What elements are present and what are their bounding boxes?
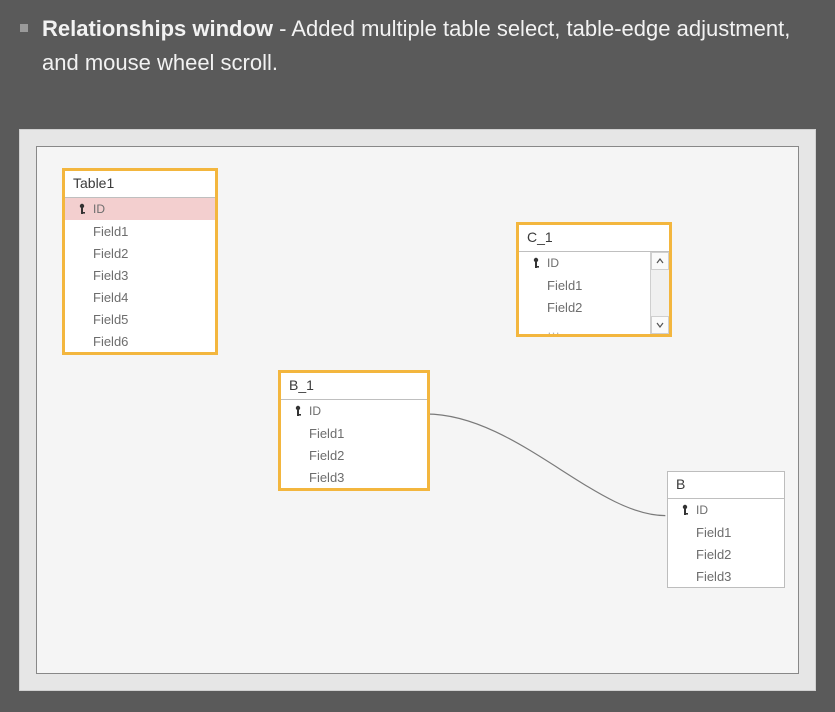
- scroll-down-button[interactable]: [651, 316, 669, 334]
- field-label: ID: [305, 404, 321, 418]
- table-title: B: [668, 472, 784, 499]
- table-title: C_1: [519, 225, 669, 252]
- field-label: Field2: [75, 246, 128, 261]
- table-table1[interactable]: Table1 ID Field1 Field2 Field3 Field4 Fi…: [65, 171, 215, 352]
- field-label: Field3: [291, 470, 344, 485]
- scroll-up-button[interactable]: [651, 252, 669, 270]
- table-row-overflow: …: [519, 318, 669, 334]
- table-row-key[interactable]: ID: [519, 252, 669, 274]
- field-label: Field1: [291, 426, 344, 441]
- field-label: Field1: [678, 525, 731, 540]
- field-label: ID: [692, 503, 708, 517]
- table-title: B_1: [281, 373, 427, 400]
- table-title: Table1: [65, 171, 215, 198]
- field-label: Field4: [75, 290, 128, 305]
- table-row-key[interactable]: ID: [668, 499, 784, 521]
- relationships-canvas[interactable]: Table1 ID Field1 Field2 Field3 Field4 Fi…: [36, 146, 799, 674]
- feature-description: Relationships window - Added multiple ta…: [42, 12, 802, 80]
- table-row[interactable]: Field6: [65, 330, 215, 352]
- table-row-key[interactable]: ID: [65, 198, 215, 220]
- primary-key-icon: [529, 257, 543, 269]
- primary-key-icon: [75, 203, 89, 215]
- field-label: ID: [543, 256, 559, 270]
- table-scrollbar[interactable]: [650, 252, 669, 334]
- table-row[interactable]: Field1: [668, 521, 784, 543]
- table-row[interactable]: Field2: [281, 444, 427, 466]
- chevron-down-icon: [656, 321, 664, 329]
- bullet-icon: [20, 24, 28, 32]
- chevron-up-icon: [656, 257, 664, 265]
- field-label: Field1: [75, 224, 128, 239]
- table-c1[interactable]: C_1 ID Field1 Field2 …: [519, 225, 669, 334]
- table-row[interactable]: Field3: [281, 466, 427, 488]
- table-row[interactable]: Field1: [65, 220, 215, 242]
- table-b[interactable]: B ID Field1 Field2 Field3: [667, 471, 785, 588]
- field-label: ID: [89, 202, 105, 216]
- primary-key-icon: [678, 504, 692, 516]
- table-row[interactable]: Field1: [281, 422, 427, 444]
- field-label: Field1: [529, 278, 582, 293]
- field-label: Field5: [75, 312, 128, 327]
- screenshot-panel: Table1 ID Field1 Field2 Field3 Field4 Fi…: [20, 130, 815, 690]
- table-row[interactable]: Field3: [65, 264, 215, 286]
- table-row[interactable]: Field2: [65, 242, 215, 264]
- table-row[interactable]: Field2: [519, 296, 669, 318]
- field-label: Field3: [678, 569, 731, 584]
- field-label: Field2: [291, 448, 344, 463]
- table-row[interactable]: Field2: [668, 543, 784, 565]
- feature-title: Relationships window: [42, 16, 273, 41]
- field-label: Field6: [75, 334, 128, 349]
- field-label: Field3: [75, 268, 128, 283]
- field-label: Field2: [678, 547, 731, 562]
- table-row[interactable]: Field1: [519, 274, 669, 296]
- field-label: Field2: [529, 300, 582, 315]
- table-b1[interactable]: B_1 ID Field1 Field2 Field3: [281, 373, 427, 488]
- primary-key-icon: [291, 405, 305, 417]
- feature-list-item: Relationships window - Added multiple ta…: [20, 12, 802, 80]
- table-row[interactable]: Field3: [668, 565, 784, 587]
- table-row-key[interactable]: ID: [281, 400, 427, 422]
- table-row[interactable]: Field4: [65, 286, 215, 308]
- table-row[interactable]: Field5: [65, 308, 215, 330]
- field-label: …: [529, 322, 560, 335]
